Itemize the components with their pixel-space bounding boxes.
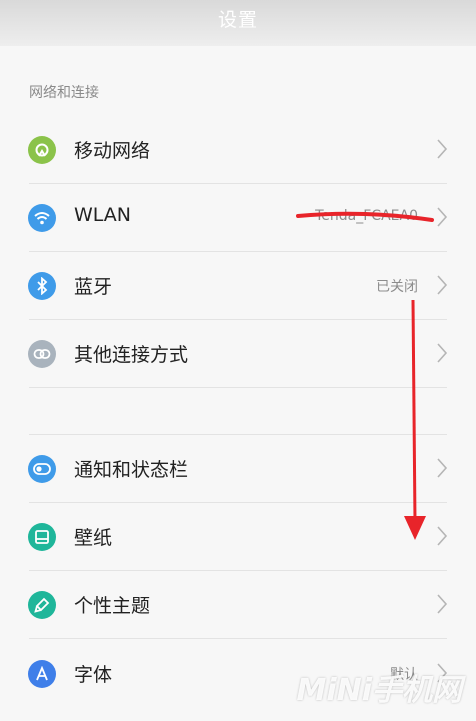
annotation-overlay — [296, 211, 434, 540]
watermark: MiNi手机网 — [296, 665, 462, 709]
watermark-text: MiNi手机网 — [296, 673, 462, 708]
down-arrow-icon — [404, 516, 426, 540]
down-arrow-shaft — [411, 299, 417, 523]
strike-scribble — [296, 211, 434, 222]
